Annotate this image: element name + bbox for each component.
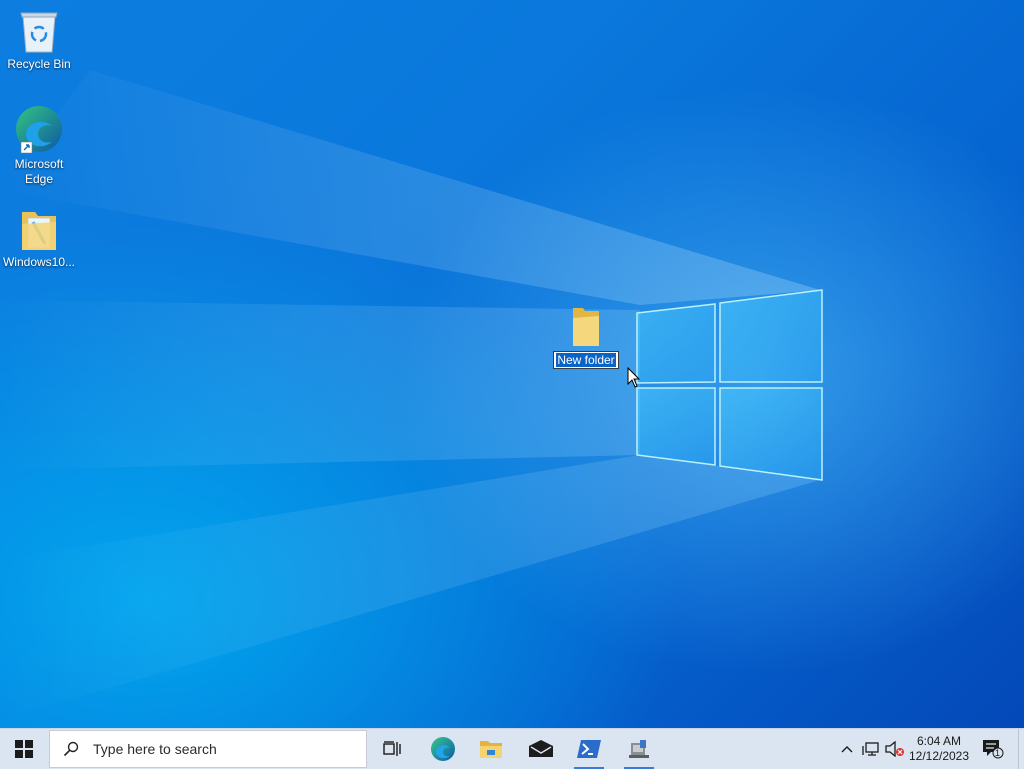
desktop[interactable]: Recycle Bin Microsoft Edge Windows10...: [0, 0, 1024, 728]
desktop-icon-microsoft-edge[interactable]: Microsoft Edge: [1, 104, 77, 187]
clock-date: 12/12/2023: [908, 749, 970, 763]
desktop-icon-label: Windows10...: [2, 255, 76, 269]
notification-count: 1: [995, 748, 1001, 758]
desktop-icon-windows10-folder[interactable]: Windows10...: [1, 208, 77, 270]
taskbar-search[interactable]: [49, 730, 367, 768]
edge-icon: [16, 106, 62, 154]
taskbar-app-mail[interactable]: [518, 729, 564, 769]
taskbar-app-edge[interactable]: [420, 729, 466, 769]
windows-start-icon: [15, 740, 33, 758]
network-icon: [862, 742, 879, 756]
windows-logo-wallpaper: [636, 289, 823, 481]
folder-icon: [22, 212, 56, 250]
search-input[interactable]: [93, 741, 353, 757]
desktop-icon-new-folder[interactable]: New folder: [548, 306, 624, 369]
desktop-icon-label: Microsoft Edge: [14, 157, 64, 186]
task-view-icon: [383, 741, 401, 756]
powershell-icon: [577, 740, 601, 758]
task-view-button[interactable]: [370, 729, 414, 769]
clock-time: 6:04 AM: [916, 734, 962, 748]
rename-field[interactable]: New folder: [553, 351, 619, 369]
taskbar-app-program[interactable]: [618, 729, 660, 769]
network-button[interactable]: [860, 729, 882, 769]
notifications-icon: [983, 740, 1004, 759]
app-icon: [629, 740, 649, 758]
volume-muted-icon: [885, 741, 904, 757]
edge-icon: [431, 737, 455, 761]
start-button[interactable]: [0, 729, 48, 769]
wallpaper-beams: [0, 70, 820, 720]
taskbar: 6:04 AM 12/12/2023 1: [0, 728, 1024, 769]
search-icon: [63, 741, 79, 757]
desktop-icon-label: Recycle Bin: [7, 57, 71, 71]
taskbar-app-file-explorer[interactable]: [468, 729, 514, 769]
show-hidden-icons-button[interactable]: [837, 729, 857, 769]
clock[interactable]: 6:04 AM 12/12/2023: [906, 729, 972, 769]
recycle-bin-icon: [20, 12, 58, 53]
show-desktop-button[interactable]: [1018, 729, 1024, 769]
volume-button[interactable]: [884, 729, 906, 769]
taskbar-app-powershell[interactable]: [568, 729, 610, 769]
action-center-button[interactable]: 1: [978, 729, 1008, 769]
folder-icon: [573, 308, 599, 346]
rename-field-text[interactable]: New folder: [556, 353, 616, 367]
mouse-cursor-icon: [627, 367, 641, 388]
desktop-icon-recycle-bin[interactable]: Recycle Bin: [1, 8, 77, 72]
chevron-up-icon: [841, 746, 853, 753]
mail-icon: [529, 740, 553, 757]
folder-icon: [480, 741, 502, 758]
